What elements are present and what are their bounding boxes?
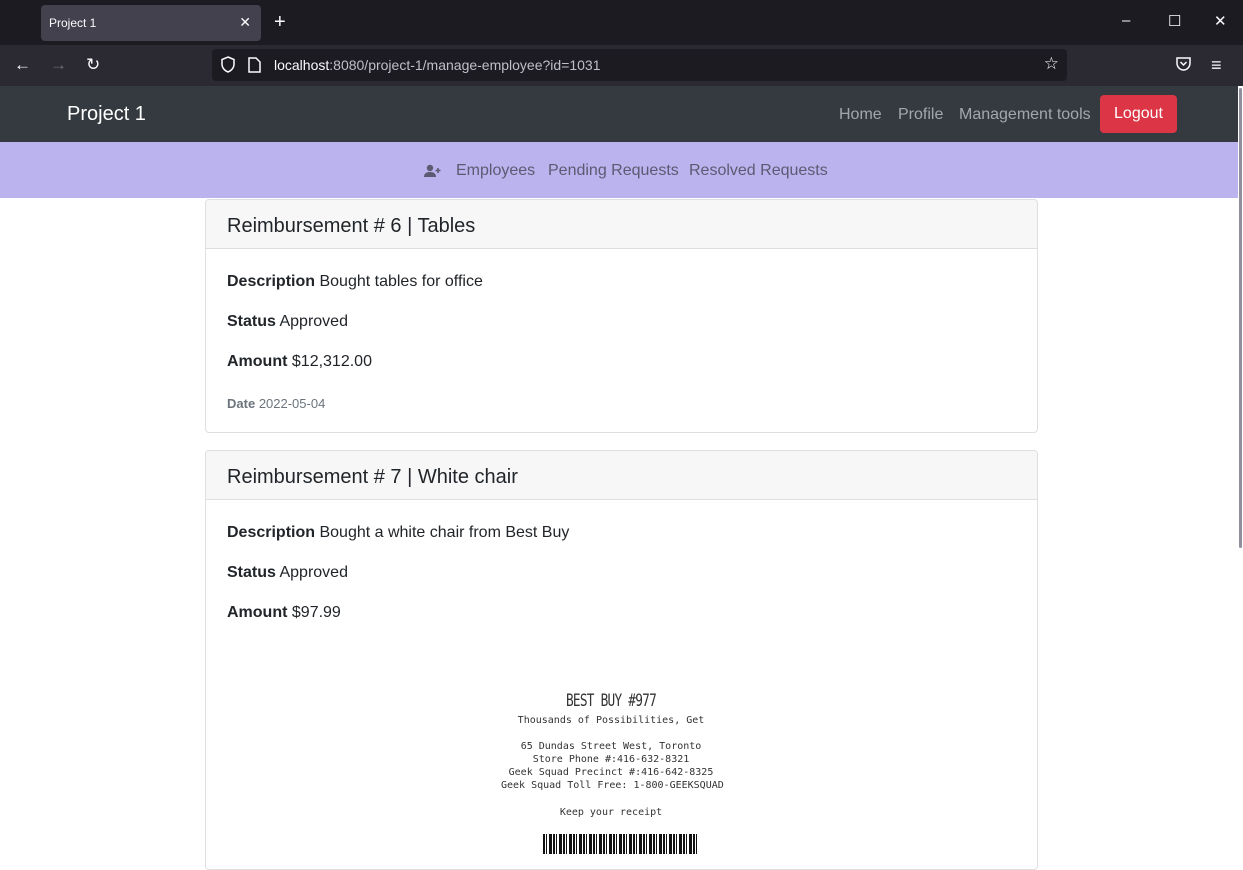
management-subnav: Employees Pending Requests Resolved Requ… <box>0 142 1238 198</box>
status-field: Status Approved <box>227 313 348 331</box>
receipt-store: BEST BUY #977 <box>565 691 657 711</box>
pocket-icon[interactable] <box>1175 55 1192 77</box>
nav-home[interactable]: Home <box>839 106 882 124</box>
logout-button[interactable]: Logout <box>1100 95 1177 133</box>
date-field: Date 2022-05-04 <box>227 396 325 411</box>
url-host: localhost <box>274 57 330 73</box>
subnav-pending-requests[interactable]: Pending Requests <box>548 162 679 180</box>
description-value: Bought tables for office <box>319 273 483 290</box>
url-text[interactable]: localhost:8080/project-1/manage-employee… <box>274 57 601 73</box>
url-path: :8080/project-1/manage-employee?id=1031 <box>329 57 601 73</box>
shield-icon[interactable] <box>220 56 236 76</box>
status-label: Status <box>227 313 276 330</box>
reimbursement-card: Reimbursement # 7 | White chair Descript… <box>205 450 1038 870</box>
description-value: Bought a white chair from Best Buy <box>319 524 570 541</box>
url-bar[interactable]: localhost:8080/project-1/manage-employee… <box>212 49 1067 81</box>
close-tab-icon[interactable]: ✕ <box>239 14 251 31</box>
amount-field: Amount $97.99 <box>227 604 341 622</box>
nav-profile[interactable]: Profile <box>898 106 943 124</box>
minimize-icon[interactable]: – <box>1122 12 1130 29</box>
browser-tab-bar: Project 1 ✕ + – ☐ ✕ <box>0 0 1243 45</box>
amount-label: Amount <box>227 353 288 370</box>
description-field: Description Bought tables for office <box>227 273 483 291</box>
receipt-address: 65 Dundas Street West, Toronto <box>520 741 702 752</box>
browser-tab[interactable]: Project 1 ✕ <box>41 5 261 41</box>
status-value: Approved <box>279 564 348 581</box>
barcode <box>543 834 699 854</box>
amount-field: Amount $12,312.00 <box>227 353 372 371</box>
status-field: Status Approved <box>227 564 348 582</box>
subnav-resolved-requests[interactable]: Resolved Requests <box>689 162 828 180</box>
forward-icon[interactable]: → <box>50 55 67 75</box>
reload-icon[interactable]: ↻ <box>86 55 100 75</box>
amount-label: Amount <box>227 604 288 621</box>
receipt-tagline: Thousands of Possibilities, Get <box>517 715 705 726</box>
receipt-keep: Keep your receipt <box>559 807 663 818</box>
app-navbar: Project 1 Home Profile Management tools … <box>0 86 1238 142</box>
browser-toolbar: ← → ↻ localhost:8080/project-1/manage-em… <box>0 45 1243 86</box>
status-label: Status <box>227 564 276 581</box>
receipt-image: BEST BUY #977 Thousands of Possibilities… <box>501 691 724 861</box>
back-icon[interactable]: ← <box>14 55 31 75</box>
amount-value: $97.99 <box>291 604 341 621</box>
reimbursement-card: Reimbursement # 6 | Tables Description B… <box>205 199 1038 433</box>
status-value: Approved <box>279 313 348 330</box>
tab-title: Project 1 <box>49 16 97 30</box>
navbar-brand[interactable]: Project 1 <box>67 103 146 126</box>
receipt-phone: Store Phone #:416-632-8321 <box>532 754 690 765</box>
date-label: Date <box>227 396 256 411</box>
subnav-employees[interactable]: Employees <box>456 162 535 180</box>
page-icon <box>248 57 261 76</box>
receipt-precinct: Geek Squad Precinct #:416-642-8325 <box>508 767 714 778</box>
card-title: Reimbursement # 7 | White chair <box>206 451 1037 500</box>
description-label: Description <box>227 524 316 541</box>
hamburger-menu-icon[interactable]: ≡ <box>1211 55 1222 76</box>
close-window-icon[interactable]: ✕ <box>1214 12 1227 30</box>
amount-value: $12,312.00 <box>291 353 372 370</box>
scrollbar-thumb[interactable] <box>1239 88 1242 548</box>
maximize-icon[interactable]: ☐ <box>1168 12 1181 30</box>
description-label: Description <box>227 273 316 290</box>
description-field: Description Bought a white chair from Be… <box>227 524 569 542</box>
bookmark-star-icon[interactable]: ☆ <box>1044 54 1059 74</box>
nav-management-tools[interactable]: Management tools <box>959 106 1091 124</box>
card-title: Reimbursement # 6 | Tables <box>206 200 1037 249</box>
date-value: 2022-05-04 <box>258 396 326 411</box>
add-user-icon <box>424 164 441 183</box>
receipt-tollfree: Geek Squad Toll Free: 1-800-GEEKSQUAD <box>501 780 724 791</box>
new-tab-button[interactable]: + <box>274 11 286 33</box>
